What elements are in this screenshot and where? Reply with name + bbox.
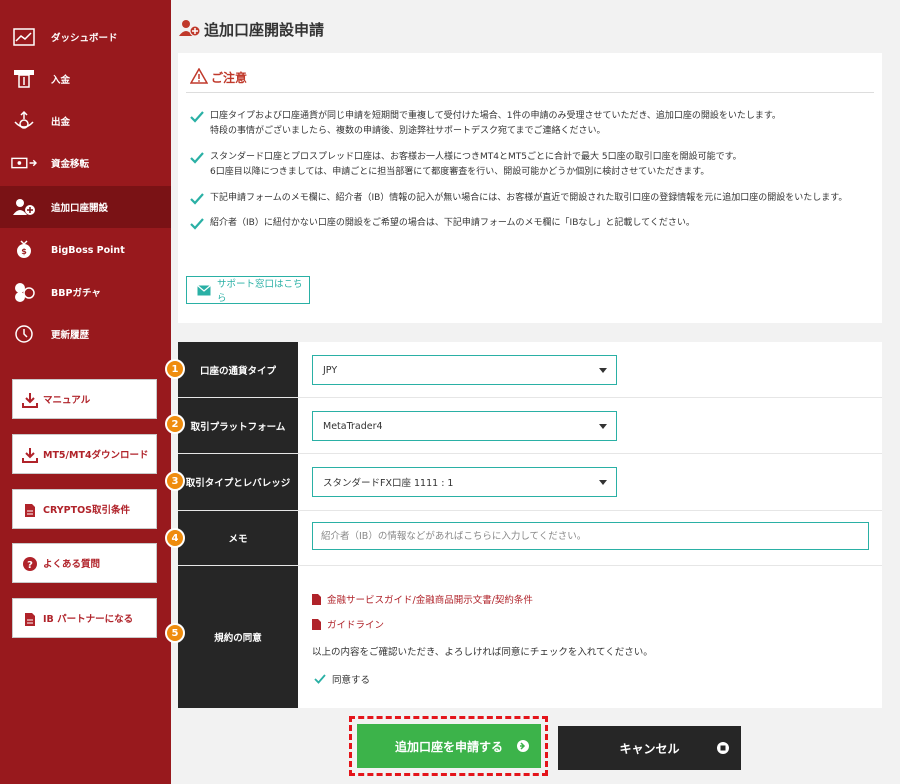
notice-title: ご注意 [211, 71, 248, 85]
notice-header: ご注意 [186, 67, 874, 93]
caret-down-icon [599, 480, 607, 485]
download-icon [21, 446, 39, 464]
currency-row: 口座の通貨タイプ 1 JPY [165, 342, 882, 398]
cancel-button[interactable]: キャンセル [558, 726, 741, 770]
nav-history[interactable]: 更新履歴 [0, 313, 171, 355]
nav-label: ダッシュボード [51, 33, 118, 44]
manual-button[interactable]: マニュアル [12, 379, 157, 419]
check-icon [190, 151, 204, 164]
platform-row: 取引プラットフォーム 2 MetaTrader4 [165, 398, 882, 454]
sidebar: ダッシュボード 入金 出金 資金移転 追加口座開設 $ BigBoss Poin… [0, 0, 171, 784]
mail-icon [197, 285, 211, 296]
row-label: 取引タイプとレバレッジ [178, 454, 298, 510]
check-icon [190, 110, 204, 123]
support-button[interactable]: サポート窓口はこちら [186, 276, 310, 304]
gacha-icon [11, 280, 37, 304]
memo-input[interactable] [312, 522, 869, 550]
question-icon: ? [21, 555, 39, 573]
transfer-icon [11, 151, 37, 175]
add-account-icon [11, 195, 37, 219]
check-icon [190, 217, 204, 230]
check-icon [190, 192, 204, 205]
cryptos-conditions-button[interactable]: CRYPTOS取引条件 [12, 489, 157, 529]
download-icon [21, 391, 39, 409]
guideline-link[interactable]: ガイドライン [312, 617, 384, 631]
check-icon [314, 674, 326, 684]
page-header: 追加口座開設申請 [171, 0, 900, 52]
document-icon [312, 593, 321, 605]
step-number: 3 [165, 471, 185, 491]
step-number: 1 [165, 359, 185, 379]
leverage-select[interactable]: スタンダードFX口座 1111 : 1 [312, 467, 617, 497]
platform-select[interactable]: MetaTrader4 [312, 411, 617, 441]
chart-board-icon [11, 25, 37, 49]
nav-add-account[interactable]: 追加口座開設 [0, 186, 171, 228]
add-account-icon [179, 18, 201, 38]
history-icon [11, 322, 37, 346]
main-content: 追加口座開設申請 ご注意 口座タイプおよび口座通貨が同じ申請を短期間で重複して受… [165, 0, 900, 784]
row-label: 取引プラットフォーム [178, 398, 298, 453]
faq-button[interactable]: ? よくある質問 [12, 543, 157, 583]
document-icon [312, 618, 321, 630]
cancel-icon [717, 742, 729, 754]
ib-partner-button[interactable]: IB パートナーになる [12, 598, 157, 638]
step-number: 4 [165, 528, 185, 548]
caret-down-icon [599, 424, 607, 429]
nav-dashboard[interactable]: ダッシュボード [0, 16, 171, 58]
nav-label: BigBoss Point [51, 244, 125, 256]
nav-label: 更新履歴 [51, 330, 90, 341]
application-form: 口座の通貨タイプ 1 JPY 取引プラットフォーム 2 MetaTrader4 … [165, 342, 882, 708]
nav-transfer[interactable]: 資金移転 [0, 142, 171, 184]
nav-label: BBPガチャ [51, 288, 101, 299]
caret-down-icon [599, 368, 607, 373]
deposit-icon [11, 67, 37, 91]
svg-text:$: $ [21, 247, 27, 256]
terms-row: 規約の同意 5 金融サービスガイド/金融商品開示文書/契約条件 ガイドライン 以… [165, 566, 882, 708]
mt-download-button[interactable]: MT5/MT4ダウンロード [12, 434, 157, 474]
withdraw-icon [11, 109, 37, 133]
currency-select[interactable]: JPY [312, 355, 617, 385]
notice-panel: ご注意 口座タイプおよび口座通貨が同じ申請を短期間で重複して受付けた場合、1件の… [178, 53, 882, 323]
document-icon [21, 610, 39, 628]
page-title: 追加口座開設申請 [204, 21, 325, 39]
agree-checkbox[interactable]: 同意する [314, 672, 370, 686]
row-label: 規約の同意 [178, 566, 298, 708]
service-guide-link[interactable]: 金融サービスガイド/金融商品開示文書/契約条件 [312, 592, 533, 606]
step-number: 5 [165, 623, 185, 643]
arrow-right-icon [517, 740, 529, 752]
nav-label: 出金 [51, 117, 71, 128]
nav-withdraw[interactable]: 出金 [0, 100, 171, 142]
memo-row: メモ 4 [165, 511, 882, 566]
nav-label: 入金 [51, 75, 71, 86]
terms-instruction: 以上の内容をご確認いただき、よろしければ同意にチェックを入れてください。 [312, 647, 653, 658]
submit-button[interactable]: 追加口座を申請する [357, 724, 541, 768]
row-label: メモ [178, 511, 298, 565]
nav-bigboss-point[interactable]: $ BigBoss Point [0, 229, 171, 271]
nav-deposit[interactable]: 入金 [0, 58, 171, 100]
nav-label: 追加口座開設 [51, 203, 109, 214]
row-label: 口座の通貨タイプ [178, 342, 298, 397]
step-number: 2 [165, 414, 185, 434]
nav-label: 資金移転 [51, 159, 90, 170]
leverage-row: 取引タイプとレバレッジ 3 スタンダードFX口座 1111 : 1 [165, 454, 882, 511]
nav-bbp-gacha[interactable]: BBPガチャ [0, 271, 171, 313]
warning-icon [189, 67, 209, 84]
point-icon: $ [11, 238, 37, 262]
document-icon [21, 501, 39, 519]
svg-text:?: ? [27, 560, 33, 571]
